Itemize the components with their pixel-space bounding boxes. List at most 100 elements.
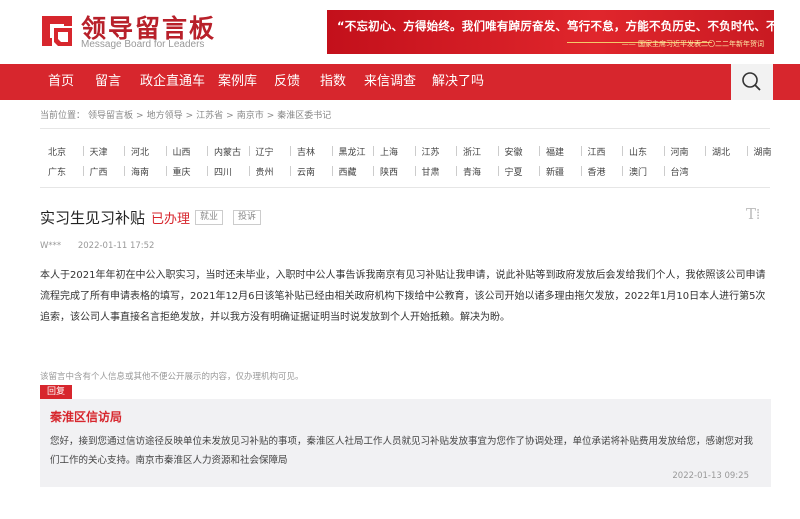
- nav-message[interactable]: 留言: [95, 64, 121, 100]
- region-separator: [580, 146, 582, 156]
- site-header: 领导留言板 Message Board for Leaders “不忘初心、方得…: [0, 0, 800, 64]
- region-link[interactable]: 澳门: [629, 165, 647, 178]
- breadcrumb-city[interactable]: 南京市: [237, 111, 264, 121]
- nav-cases[interactable]: 案例库: [218, 64, 257, 100]
- reply-time: 2022-01-13 09:25: [672, 471, 749, 481]
- region-link[interactable]: 江苏: [422, 145, 440, 158]
- region-separator: [497, 166, 499, 176]
- region-separator: [622, 166, 623, 176]
- nav-survey[interactable]: 来信调查: [364, 64, 416, 100]
- region-link[interactable]: 香港: [588, 165, 606, 178]
- region-link[interactable]: 河北: [131, 145, 149, 158]
- region-separator: [248, 146, 250, 156]
- region-link[interactable]: 重庆: [173, 165, 191, 178]
- region-link[interactable]: 四川: [214, 165, 232, 178]
- message-author: W***: [40, 241, 62, 251]
- region-separator: [165, 146, 167, 156]
- nav-index[interactable]: 指数: [320, 64, 346, 100]
- region-separator: [580, 166, 582, 176]
- region-separator: [373, 146, 374, 156]
- region-link[interactable]: 吉林: [297, 145, 315, 158]
- tag-employment[interactable]: 就业: [195, 210, 224, 225]
- breadcrumb-board[interactable]: 领导留言板: [88, 111, 133, 121]
- message-meta: W*** 2022-01-11 17:52: [40, 241, 168, 251]
- region-separator: [746, 146, 748, 156]
- message-body: 本人于2021年年初在中公入职实习，当时还未毕业，入职时中公人事告诉我南京有见习…: [40, 270, 766, 323]
- region-link[interactable]: 甘肃: [422, 165, 440, 178]
- region-separator: [373, 166, 374, 176]
- region-link[interactable]: 上海: [380, 145, 398, 158]
- banner-slogan: “不忘初心、方得始终。我们唯有踔厉奋发、笃行不怠，方能不负历史、不负时代、不负人…: [337, 19, 774, 33]
- region-separator: [456, 166, 457, 176]
- region-separator: [414, 146, 416, 156]
- region-link[interactable]: 湖北: [712, 145, 730, 158]
- slogan-banner: “不忘初心、方得始终。我们唯有踔厉奋发、笃行不怠，方能不负历史、不负时代、不负人…: [327, 10, 774, 54]
- region-separator: [663, 166, 665, 176]
- breadcrumb-leader[interactable]: 秦淮区委书记: [277, 111, 331, 121]
- breadcrumb-sep: >: [226, 111, 234, 121]
- region-link[interactable]: 西藏: [339, 165, 357, 178]
- breadcrumb-prefix: 当前位置：: [40, 111, 86, 121]
- region-link[interactable]: 云南: [297, 165, 315, 178]
- breadcrumb-sep: >: [136, 111, 144, 121]
- logo-subtitle: Message Board for Leaders: [81, 39, 205, 50]
- region-link[interactable]: 湖南: [754, 145, 772, 158]
- region-separator: [207, 166, 208, 176]
- divider: [40, 128, 770, 129]
- region-link[interactable]: 安徽: [505, 145, 523, 158]
- main-nav: 首页 留言 政企直通车 案例库 反馈 指数 来信调查 解决了吗: [0, 64, 800, 100]
- region-separator: [290, 146, 291, 156]
- text-size-icon[interactable]: T⁞: [746, 205, 760, 224]
- region-link[interactable]: 黑龙江: [339, 145, 366, 158]
- reply-organization: 秦淮区信访局: [50, 410, 123, 424]
- tag-complaint[interactable]: 投诉: [233, 210, 262, 225]
- region-separator: [539, 146, 540, 156]
- privacy-note: 该留言中含有个人信息或其他不便公开展示的内容，仅办理机构可见。: [40, 372, 304, 382]
- region-link[interactable]: 河南: [671, 145, 689, 158]
- region-link[interactable]: 贵州: [256, 165, 274, 178]
- region-link[interactable]: 山东: [629, 145, 647, 158]
- nav-feedback[interactable]: 反馈: [274, 64, 300, 100]
- region-separator: [497, 146, 499, 156]
- region-separator: [539, 166, 540, 176]
- region-link[interactable]: 内蒙古: [214, 145, 241, 158]
- region-link[interactable]: 天津: [90, 145, 108, 158]
- message-title: 实习生见习补贴: [40, 209, 146, 227]
- region-separator: [124, 166, 125, 176]
- region-separator: [456, 146, 457, 156]
- region-separator: [622, 146, 623, 156]
- region-link[interactable]: 青海: [463, 165, 481, 178]
- region-link[interactable]: 江西: [588, 145, 606, 158]
- divider: [40, 187, 770, 188]
- region-link[interactable]: 海南: [131, 165, 149, 178]
- message-time: 2022-01-11 17:52: [77, 241, 155, 251]
- breadcrumb-sep: >: [185, 111, 194, 121]
- status-badge: 已办理: [151, 212, 191, 227]
- region-link[interactable]: 广东: [48, 165, 66, 178]
- region-link[interactable]: 广西: [90, 165, 108, 178]
- nav-enterprise[interactable]: 政企直通车: [140, 64, 205, 100]
- region-link[interactable]: 福建: [546, 145, 564, 158]
- region-link[interactable]: 台湾: [671, 165, 689, 178]
- region-link[interactable]: 新疆: [546, 165, 564, 178]
- region-link[interactable]: 山西: [173, 145, 191, 158]
- region-separator: [414, 166, 416, 176]
- region-separator: [290, 166, 291, 176]
- nav-home[interactable]: 首页: [48, 64, 74, 100]
- region-separator: [331, 146, 333, 156]
- logo-icon[interactable]: [40, 14, 74, 48]
- region-link[interactable]: 辽宁: [256, 145, 274, 158]
- region-link[interactable]: 宁夏: [505, 165, 523, 178]
- breadcrumb-local-leaders[interactable]: 地方领导: [147, 111, 183, 121]
- region-separator: [331, 166, 333, 176]
- breadcrumb-province[interactable]: 江苏省: [196, 111, 223, 121]
- region-link[interactable]: 陕西: [380, 165, 398, 178]
- region-link[interactable]: 北京: [48, 145, 66, 158]
- region-separator: [207, 146, 208, 156]
- region-link[interactable]: 浙江: [463, 145, 481, 158]
- banner-source: —— 国家主席习近平发表二〇二二年新年贺词: [621, 40, 764, 48]
- breadcrumb: 当前位置： 领导留言板 > 地方领导 > 江苏省 > 南京市 > 秦淮区委书记: [40, 108, 334, 121]
- search-button[interactable]: [731, 64, 773, 100]
- nav-resolved[interactable]: 解决了吗: [432, 64, 484, 100]
- search-icon: [742, 72, 761, 91]
